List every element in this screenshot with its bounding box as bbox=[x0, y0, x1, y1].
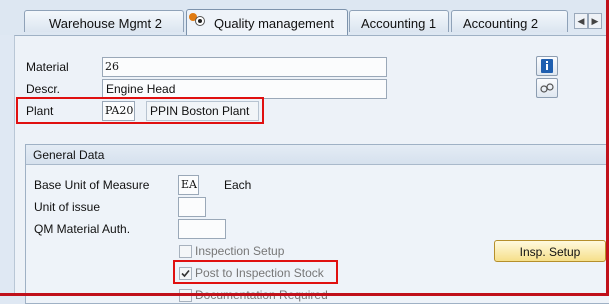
tab-quality-management[interactable]: Quality management bbox=[186, 9, 348, 35]
tab-label: Accounting 1 bbox=[361, 16, 437, 31]
unit-of-issue-field[interactable] bbox=[178, 197, 206, 217]
base-uom-text: Each bbox=[224, 178, 252, 192]
inspection-setup-checkbox[interactable] bbox=[179, 245, 192, 258]
plant-highlight-box bbox=[16, 97, 264, 124]
tab-content-quality-management: Material 26 Descr. Engine Head Plant PA2… bbox=[14, 35, 609, 304]
qm-auth-label: QM Material Auth. bbox=[34, 222, 131, 236]
scroll-left-icon[interactable]: ◀ bbox=[574, 13, 588, 29]
material-field[interactable]: 26 bbox=[102, 57, 387, 77]
insp-setup-button[interactable]: Insp. Setup bbox=[494, 240, 606, 262]
qm-auth-field[interactable] bbox=[178, 219, 226, 239]
tab-label: Accounting 2 bbox=[463, 16, 539, 31]
tab-label: Quality management bbox=[214, 16, 334, 31]
unit-of-issue-label: Unit of issue bbox=[34, 200, 101, 214]
tab-strip: Warehouse Mgmt 2 Quality management Acco… bbox=[0, 0, 609, 35]
general-data-section: General Data Base Unit of Measure EA Eac… bbox=[25, 144, 609, 304]
post-to-inspection-highlight-box bbox=[173, 260, 338, 284]
scroll-right-icon[interactable]: ▶ bbox=[588, 13, 602, 29]
inspection-setup-label: Inspection Setup bbox=[195, 244, 285, 258]
general-data-title: General Data bbox=[26, 145, 609, 165]
material-label: Material bbox=[26, 60, 69, 74]
info-button[interactable] bbox=[536, 56, 558, 76]
info-icon bbox=[541, 59, 553, 73]
display-button[interactable] bbox=[536, 78, 558, 98]
radio-icon bbox=[195, 16, 205, 26]
description-field[interactable]: Engine Head bbox=[102, 79, 387, 99]
descr-label: Descr. bbox=[26, 82, 61, 96]
tab-warehouse-mgmt-2[interactable]: Warehouse Mgmt 2 bbox=[24, 10, 184, 32]
tab-accounting-1[interactable]: Accounting 1 bbox=[349, 10, 449, 32]
base-uom-label: Base Unit of Measure bbox=[34, 178, 150, 192]
tab-label: Warehouse Mgmt 2 bbox=[49, 16, 162, 31]
base-uom-field[interactable]: EA bbox=[178, 175, 199, 195]
display-glasses-icon bbox=[540, 83, 554, 93]
tab-accounting-2[interactable]: Accounting 2 bbox=[451, 10, 568, 32]
